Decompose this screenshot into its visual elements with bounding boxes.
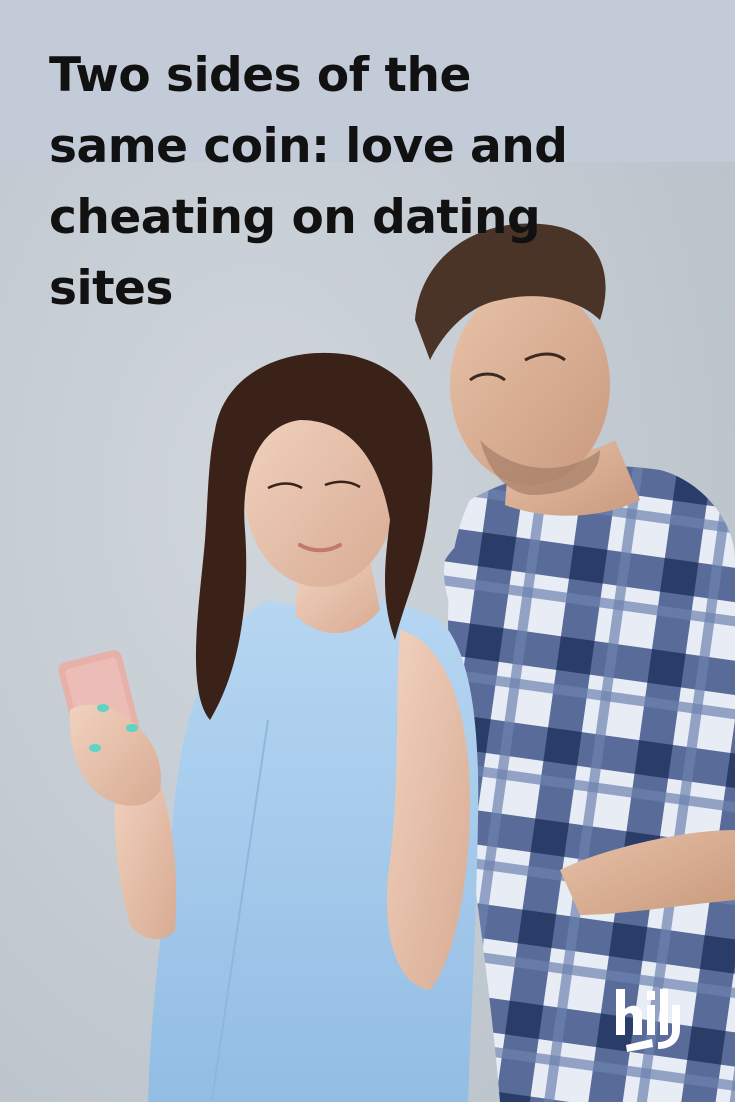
headline: Two sides of the same coin: love and che… xyxy=(49,48,568,316)
pin-image: Two sides of the same coin: love and che… xyxy=(0,0,735,1102)
woman-hands xyxy=(69,704,161,806)
hily-logo-icon xyxy=(616,989,680,1052)
